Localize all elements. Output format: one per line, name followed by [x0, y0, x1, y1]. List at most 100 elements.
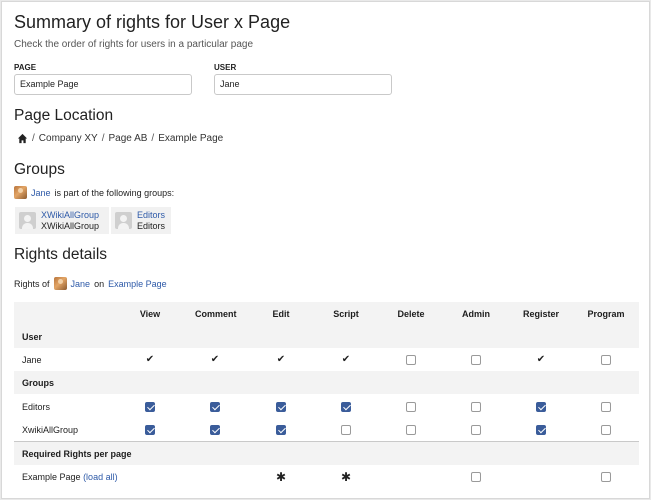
page-field[interactable]: Example Page — [14, 74, 192, 95]
section-label: Required Rights per page — [22, 448, 132, 459]
checkbox[interactable] — [406, 354, 416, 365]
column-header: Program — [587, 308, 625, 319]
rights-on-text: on — [94, 278, 105, 289]
checkbox[interactable] — [471, 354, 481, 365]
checkbox[interactable] — [406, 401, 416, 412]
row-label-text: XwikiAllGroup — [22, 424, 79, 435]
checkbox-checked[interactable] — [145, 424, 155, 435]
column-header: Script — [333, 308, 359, 319]
checkbox[interactable] — [471, 471, 481, 482]
group-link[interactable]: Editors — [137, 210, 165, 221]
breadcrumb-item[interactable]: Page AB — [108, 133, 147, 144]
breadcrumb-item[interactable]: Example Page — [158, 133, 223, 144]
user-avatar — [14, 186, 27, 199]
group-link[interactable]: XWikiAllGroup — [41, 210, 99, 221]
table-row: Editors — [14, 395, 639, 418]
checkbox-checked[interactable] — [536, 424, 546, 435]
right-cell-view — [130, 424, 170, 435]
column-header: Comment — [195, 308, 237, 319]
checkbox[interactable] — [406, 424, 416, 435]
section-label: User — [22, 331, 43, 342]
checkbox-checked[interactable] — [276, 401, 286, 412]
right-cell-view — [130, 401, 170, 412]
checkbox[interactable] — [601, 401, 611, 412]
right-cell-program — [586, 424, 626, 435]
column-header: View — [139, 308, 161, 319]
group-avatar-icon — [19, 212, 36, 229]
table-header-row: View Comment Edit Script Delete Admin Register… — [14, 302, 639, 325]
checkbox-checked[interactable] — [210, 424, 220, 435]
page-location-heading: Page Location — [14, 107, 114, 124]
user-field[interactable]: Jane — [214, 74, 392, 95]
section-user: User — [14, 325, 639, 348]
right-cell-comment: ✔ — [195, 354, 235, 365]
section-label: Groups — [22, 377, 55, 388]
right-cell-admin — [456, 401, 496, 412]
section-groups: Groups — [14, 371, 639, 394]
right-cell-delete — [391, 354, 431, 365]
right-cell-register: ✔ — [521, 354, 561, 365]
check-icon: ✔ — [276, 354, 286, 365]
right-cell-script — [326, 424, 366, 435]
required-star-icon: ✱ — [340, 469, 352, 484]
user-field-label: USER — [214, 63, 237, 72]
row-label: Editors — [22, 402, 50, 412]
column-header: Admin — [462, 308, 490, 319]
right-cell-comment — [195, 424, 235, 435]
checkbox-checked[interactable] — [145, 401, 155, 412]
checkbox[interactable] — [601, 354, 611, 365]
table-row: Example Page (load all) ✱ ✱ — [14, 465, 639, 488]
checkbox[interactable] — [341, 424, 351, 435]
rights-page-link[interactable]: Example Page — [108, 279, 167, 289]
breadcrumb-separator: / — [151, 133, 155, 144]
checkbox-checked[interactable] — [341, 401, 351, 412]
right-cell-register — [521, 424, 561, 435]
rights-user-link[interactable]: Jane — [71, 279, 91, 289]
row-label-text: Example Page — [22, 471, 81, 482]
groups-heading: Groups — [14, 161, 65, 178]
breadcrumb: / Company XY / Page AB / Example Page — [17, 133, 223, 144]
checkbox[interactable] — [471, 401, 481, 412]
load-all-link[interactable]: (load all) — [83, 472, 118, 482]
right-cell-script — [326, 401, 366, 412]
user-avatar — [53, 277, 67, 290]
row-label: XwikiAllGroup — [22, 425, 78, 435]
right-cell-admin — [456, 424, 496, 435]
right-cell-edit: ✔ — [261, 354, 301, 365]
check-icon: ✔ — [536, 354, 546, 365]
checkbox-checked[interactable] — [276, 424, 286, 435]
page-subtitle: Check the order of rights for users in a… — [14, 39, 254, 50]
breadcrumb-item[interactable]: Company XY — [39, 133, 98, 144]
groups-intro: Jane is part of the following groups: — [14, 186, 174, 199]
right-cell-delete — [391, 401, 431, 412]
checkbox-checked[interactable] — [536, 401, 546, 412]
required-star-icon: ✱ — [275, 469, 287, 484]
group-subtitle: Editors — [137, 220, 166, 231]
checkbox[interactable] — [601, 424, 611, 435]
group-subtitle: XWikiAllGroup — [41, 220, 100, 231]
home-icon[interactable] — [17, 133, 28, 144]
check-icon: ✔ — [341, 354, 351, 365]
checkbox[interactable] — [471, 424, 481, 435]
user-link[interactable]: Jane — [31, 188, 51, 198]
right-cell-edit: ✱ — [261, 470, 301, 484]
section-required: Required Rights per page — [14, 442, 639, 465]
table-row: XwikiAllGroup — [14, 418, 639, 441]
row-label: Jane — [22, 355, 42, 365]
right-cell-program — [586, 401, 626, 412]
row-label-text: Editors — [22, 401, 51, 412]
right-cell-program — [586, 471, 626, 482]
group-card-editors: Editors Editors — [111, 207, 171, 234]
right-cell-edit — [261, 424, 301, 435]
right-cell-script: ✱ — [326, 470, 366, 484]
column-header: Edit — [272, 308, 290, 319]
right-cell-edit — [261, 401, 301, 412]
checkbox[interactable] — [601, 471, 611, 482]
right-cell-admin — [456, 354, 496, 365]
check-icon: ✔ — [210, 354, 220, 365]
breadcrumb-separator: / — [32, 133, 35, 144]
page-title: Summary of rights for User x Page — [14, 12, 291, 32]
right-cell-register — [521, 401, 561, 412]
rights-of-prefix: Rights of — [14, 278, 50, 289]
checkbox-checked[interactable] — [210, 401, 220, 412]
